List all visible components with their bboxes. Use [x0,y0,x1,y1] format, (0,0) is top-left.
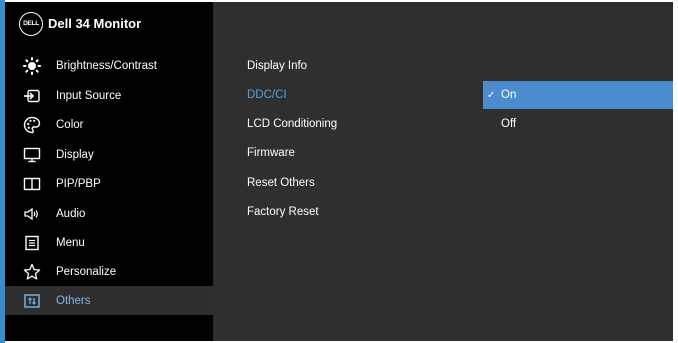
sidebar-item-label: Input Source [56,89,122,102]
option-off[interactable]: Off [483,110,673,138]
osd-header: DELL Dell 34 Monitor [5,2,213,45]
display-icon [22,145,42,165]
sidebar-item-label: Brightness/Contrast [56,59,157,72]
sidebar-item-color[interactable]: Color [5,110,213,139]
input-source-icon [22,86,42,106]
window-right-border [673,0,678,343]
sidebar-item-label: Display [56,148,94,161]
color-palette-icon [22,115,42,135]
monitor-osd-menu: DELL Dell 34 Monitor Brightness/Contrast [5,2,673,341]
option-on[interactable]: ✓ On [483,81,673,109]
checkmark-icon: ✓ [487,89,496,101]
sidebar-item-label: Color [56,118,84,131]
pip-pbp-icon [22,174,42,194]
submenu-item-lcd-conditioning[interactable]: LCD Conditioning [247,114,337,134]
monitor-title: Dell 34 Monitor [48,16,142,31]
sidebar-item-label: Others [56,294,91,307]
sidebar: DELL Dell 34 Monitor Brightness/Contrast [5,2,213,341]
option-label: Off [501,118,517,130]
option-label: On [501,89,517,101]
sidebar-item-menu[interactable]: Menu [5,228,213,257]
submenu-item-reset-others[interactable]: Reset Others [247,173,315,193]
submenu-item-ddc-ci[interactable]: DDC/CI [247,85,287,105]
sidebar-item-brightness-contrast[interactable]: Brightness/Contrast [5,51,213,80]
sidebar-item-audio[interactable]: Audio [5,199,213,228]
sidebar-item-label: Audio [56,207,86,220]
sidebar-item-personalize[interactable]: Personalize [5,257,213,286]
submenu-panel: Display Info DDC/CI LCD Conditioning Fir… [213,2,673,341]
sidebar-item-label: Menu [56,236,85,249]
sidebar-item-pip-pbp[interactable]: PIP/PBP [5,169,213,198]
submenu-item-display-info[interactable]: Display Info [247,56,307,76]
sidebar-item-label: Personalize [56,265,117,278]
sidebar-item-others[interactable]: Others [5,286,213,315]
brightness-icon [22,56,42,76]
sidebar-item-label: PIP/PBP [56,177,101,190]
menu-icon [22,233,42,253]
star-icon [22,262,42,282]
speaker-icon [22,204,42,224]
sidebar-item-display[interactable]: Display [5,140,213,169]
dell-logo: DELL [19,11,43,36]
submenu-item-factory-reset[interactable]: Factory Reset [247,202,319,222]
submenu-item-firmware[interactable]: Firmware [247,143,295,163]
others-icon [22,291,42,311]
sidebar-item-input-source[interactable]: Input Source [5,81,213,110]
dell-logo-text: DELL [23,20,39,27]
